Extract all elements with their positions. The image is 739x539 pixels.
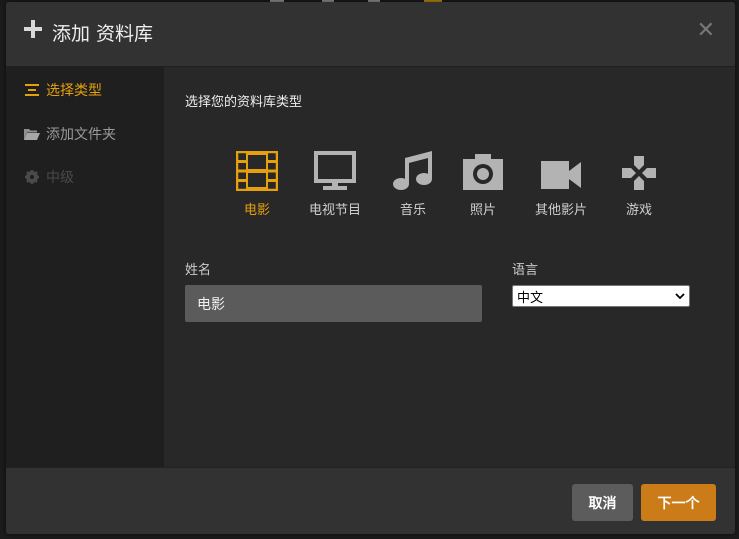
sidebar-item-advanced: 中级: [24, 166, 74, 188]
library-type-other-videos[interactable]: 其他影片: [526, 147, 596, 218]
sidebar-item-label: 选择类型: [46, 83, 102, 99]
next-button[interactable]: 下一个: [641, 484, 716, 521]
sidebar-item-label: 中级: [46, 170, 74, 186]
library-type-label: 其他影片: [534, 203, 587, 218]
folder-open-icon: [24, 126, 40, 142]
sidebar-item-select-type[interactable]: 选择类型: [24, 79, 102, 101]
add-library-dialog: 添加 资料库 ✕ 选择类型 添加文件夹 中级 选择您的资料库类型 电影 电视节目…: [6, 2, 735, 534]
gear-icon: [24, 169, 40, 185]
music-note-icon: [378, 147, 448, 191]
sidebar-item-add-folder[interactable]: 添加文件夹: [24, 123, 116, 145]
library-type-music[interactable]: 音乐: [378, 147, 448, 218]
main-content: 选择您的资料库类型 电影 电视节目 音乐 照片 其他影片 游戏 姓名 电影 语言…: [165, 67, 735, 467]
plus-icon: [24, 20, 42, 38]
close-icon[interactable]: ✕: [697, 18, 715, 43]
library-name-input[interactable]: [185, 285, 482, 322]
language-label: 语言: [512, 263, 539, 278]
library-type-label: 游戏: [625, 203, 652, 218]
sidebar-item-label: 添加文件夹: [46, 127, 116, 143]
language-select[interactable]: 中文: [512, 285, 690, 307]
chevron-down-icon: [675, 289, 685, 304]
film-icon: [222, 147, 292, 191]
library-type-label: 电视节目: [308, 203, 361, 218]
library-type-movies[interactable]: 电影: [222, 147, 292, 218]
language-selected-value: 中文: [517, 290, 544, 306]
list-icon: [24, 82, 40, 98]
dialog-title: 添加 资料库: [52, 23, 154, 45]
cancel-button[interactable]: 取消: [572, 484, 633, 521]
library-type-tv-shows[interactable]: 电视节目: [300, 147, 370, 218]
library-type-games[interactable]: 游戏: [604, 147, 674, 218]
library-type-label: 音乐: [399, 203, 426, 218]
name-label: 姓名: [185, 263, 212, 278]
camera-icon: [448, 147, 518, 191]
gamepad-icon: [604, 147, 674, 191]
library-type-label: 电影: [243, 203, 270, 218]
library-type-photos[interactable]: 照片: [448, 147, 518, 218]
sidebar: 选择类型 添加文件夹 中级: [6, 67, 164, 467]
library-type-label: 照片: [469, 203, 496, 218]
section-subtitle: 选择您的资料库类型: [185, 95, 303, 110]
video-camera-icon: [526, 147, 596, 191]
dialog-header: 添加 资料库 ✕: [6, 2, 735, 67]
tv-icon: [300, 147, 370, 191]
dialog-footer: 取消 下一个: [6, 467, 735, 534]
